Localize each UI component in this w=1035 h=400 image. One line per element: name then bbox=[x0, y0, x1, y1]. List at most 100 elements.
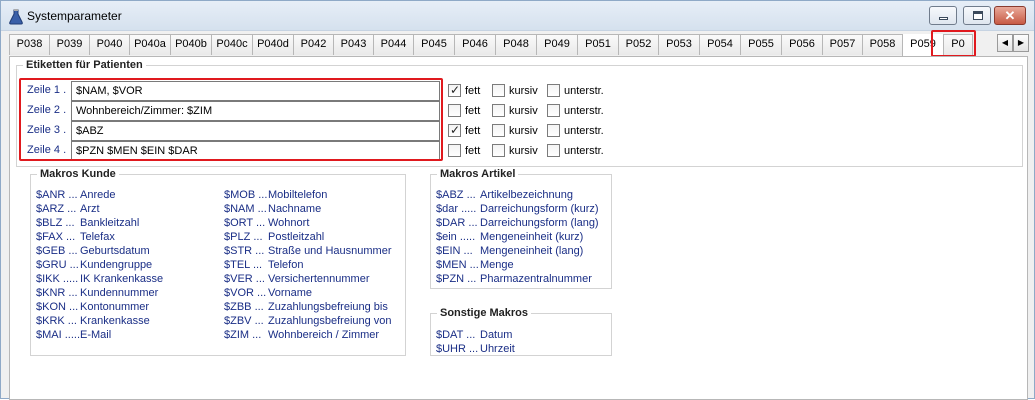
makro-kunde-item: $MOB ... Mobiltelefon bbox=[224, 189, 327, 201]
zeile-2-fett-checkbox[interactable] bbox=[448, 104, 461, 117]
sonstiges-makro-description: Datum bbox=[480, 329, 513, 341]
tab-p040b[interactable]: P040b bbox=[170, 34, 212, 55]
makro-kunde-code: $TEL ... bbox=[224, 259, 263, 271]
tab-p054[interactable]: P054 bbox=[699, 34, 741, 55]
makro-kunde-description: Bankleitzahl bbox=[80, 217, 140, 229]
tab-p052[interactable]: P052 bbox=[618, 34, 659, 55]
zeile-1-unterstr-checkbox[interactable] bbox=[547, 84, 560, 97]
tab-p059[interactable]: P059 bbox=[902, 34, 944, 56]
zeile-1-fett-label: fett bbox=[465, 85, 481, 97]
makro-artikel-code: $ein ..... bbox=[436, 231, 476, 243]
zeile-2-input[interactable] bbox=[71, 101, 440, 121]
tab-p040[interactable]: P040 bbox=[89, 34, 130, 55]
makro-kunde-item: $GEB ... Geburtsdatum bbox=[36, 245, 150, 257]
zeile-1-input[interactable] bbox=[71, 81, 440, 101]
tab-p058[interactable]: P058 bbox=[862, 34, 903, 55]
tab-strip: P038 P039 P040 P040a P040b P040c P040d P042 P043… bbox=[9, 34, 1029, 56]
tab-p040a[interactable]: P040a bbox=[129, 34, 171, 55]
makro-kunde-code: $KNR ... bbox=[36, 287, 78, 299]
zeile-4-unterstr-checkbox[interactable] bbox=[547, 144, 560, 157]
tab-p048[interactable]: P048 bbox=[495, 34, 537, 55]
makro-artikel-item: $MEN ... Menge bbox=[436, 259, 514, 271]
makro-kunde-description: Straße und Hausnummer bbox=[268, 245, 392, 257]
tab-p040d[interactable]: P040d bbox=[252, 34, 294, 55]
tab-p042[interactable]: P042 bbox=[293, 34, 334, 55]
zeile-4-input[interactable] bbox=[71, 141, 440, 161]
makro-artikel-description: Darreichungsform (lang) bbox=[480, 217, 599, 229]
makro-kunde-code: $GEB ... bbox=[36, 245, 78, 257]
makro-kunde-item: $ZBB ... Zuzahlungsbefreiung bis bbox=[224, 301, 388, 313]
tab-scroll-left-button[interactable]: ◀ bbox=[997, 34, 1013, 52]
tab-p046[interactable]: P046 bbox=[454, 34, 496, 55]
zeile-3-unterstr-checkbox[interactable] bbox=[547, 124, 560, 137]
makro-artikel-code: $MEN ... bbox=[436, 259, 479, 271]
zeile-4-kursiv-checkbox[interactable] bbox=[492, 144, 505, 157]
tab-p056[interactable]: P056 bbox=[781, 34, 823, 55]
makro-artikel-item: $DAR ... Darreichungsform (lang) bbox=[436, 217, 599, 229]
makro-kunde-code: $ZBB ... bbox=[224, 301, 264, 313]
makro-kunde-item: $KNR ... Kundennummer bbox=[36, 287, 158, 299]
tab-p045[interactable]: P045 bbox=[413, 34, 455, 55]
makro-kunde-code: $VER ... bbox=[224, 273, 265, 285]
tab-p053[interactable]: P053 bbox=[658, 34, 700, 55]
tab-p049[interactable]: P049 bbox=[536, 34, 578, 55]
window-title: Systemparameter bbox=[27, 9, 122, 23]
makro-artikel-item: $EIN ... Mengeneinheit (lang) bbox=[436, 245, 583, 257]
zeile-2-unterstr-checkbox[interactable] bbox=[547, 104, 560, 117]
tab-p039[interactable]: P039 bbox=[49, 34, 90, 55]
makro-kunde-item: $ARZ ... Arzt bbox=[36, 203, 100, 215]
title-bar[interactable]: Systemparameter ✕ bbox=[1, 1, 1034, 31]
tab-p038[interactable]: P038 bbox=[9, 34, 50, 55]
makro-kunde-description: Kundengruppe bbox=[80, 259, 153, 271]
systemparameter-window: Systemparameter ✕ P038 P039 P040 P040a P040b… bbox=[0, 0, 1035, 400]
minimize-icon bbox=[939, 17, 948, 20]
makro-artikel-code: $DAR ... bbox=[436, 217, 478, 229]
makro-kunde-code: $ZBV ... bbox=[224, 315, 264, 327]
tab-p043[interactable]: P043 bbox=[333, 34, 374, 55]
flask-icon bbox=[9, 9, 23, 25]
tab-p055[interactable]: P055 bbox=[740, 34, 782, 55]
tab-p0[interactable]: P0 bbox=[943, 34, 973, 55]
makro-kunde-description: Zuzahlungsbefreiung von bbox=[268, 315, 392, 327]
checkmark-icon: ✓ bbox=[450, 83, 461, 97]
makro-kunde-code: $STR ... bbox=[224, 245, 265, 257]
zeile-1-fett-checkbox[interactable]: ✓ bbox=[448, 83, 461, 97]
makro-kunde-description: Arzt bbox=[80, 203, 100, 215]
makro-kunde-description: IK Krankenkasse bbox=[80, 273, 164, 285]
zeile-4-fett-checkbox[interactable] bbox=[448, 144, 461, 157]
zeile-3-input[interactable] bbox=[71, 121, 440, 141]
makro-kunde-description: Telefon bbox=[268, 259, 304, 271]
zeile-2-unterstr-label: unterstr. bbox=[564, 105, 604, 117]
tab-p044[interactable]: P044 bbox=[373, 34, 414, 55]
checkmark-icon: ✓ bbox=[450, 123, 461, 137]
zeile-2-kursiv-checkbox[interactable] bbox=[492, 104, 505, 117]
close-button[interactable]: ✕ bbox=[994, 6, 1026, 25]
makro-kunde-code: $ZIM ... bbox=[224, 329, 262, 341]
close-icon: ✕ bbox=[1004, 8, 1016, 23]
zeile-1-label: Zeile 1 . bbox=[27, 84, 67, 96]
makro-kunde-code: $GRU ... bbox=[36, 259, 79, 271]
makro-kunde-description: E-Mail bbox=[80, 329, 112, 341]
zeile-3-kursiv-checkbox[interactable] bbox=[492, 124, 505, 137]
makro-artikel-code: $dar ..... bbox=[436, 203, 477, 215]
zeile-1-kursiv-label: kursiv bbox=[509, 85, 538, 97]
tab-p057[interactable]: P057 bbox=[822, 34, 863, 55]
tab-p040c[interactable]: P040c bbox=[211, 34, 253, 55]
makro-artikel-code: $EIN ... bbox=[436, 245, 473, 257]
tab-p051[interactable]: P051 bbox=[577, 34, 619, 55]
makro-kunde-item: $KRK ... Krankenkasse bbox=[36, 315, 150, 327]
makro-artikel-code: $PZN ... bbox=[436, 273, 477, 285]
makro-kunde-description: Versichertennummer bbox=[268, 273, 370, 285]
maximize-button[interactable] bbox=[963, 6, 991, 25]
minimize-button[interactable] bbox=[929, 6, 957, 25]
makro-kunde-code: $ANR ... bbox=[36, 189, 78, 201]
tab-scroll-right-button[interactable]: ▶ bbox=[1013, 34, 1029, 52]
makro-kunde-item: $VOR ... Vorname bbox=[224, 287, 312, 299]
makro-artikel-description: Pharmazentralnummer bbox=[480, 273, 592, 285]
makro-kunde-description: Zuzahlungsbefreiung bis bbox=[268, 301, 388, 313]
makro-kunde-description: Mobiltelefon bbox=[268, 189, 328, 201]
zeile-4-kursiv-label: kursiv bbox=[509, 145, 538, 157]
zeile-3-fett-checkbox[interactable]: ✓ bbox=[448, 123, 461, 137]
zeile-1-kursiv-checkbox[interactable] bbox=[492, 84, 505, 97]
makro-kunde-description: Wohnbereich / Zimmer bbox=[268, 329, 380, 341]
